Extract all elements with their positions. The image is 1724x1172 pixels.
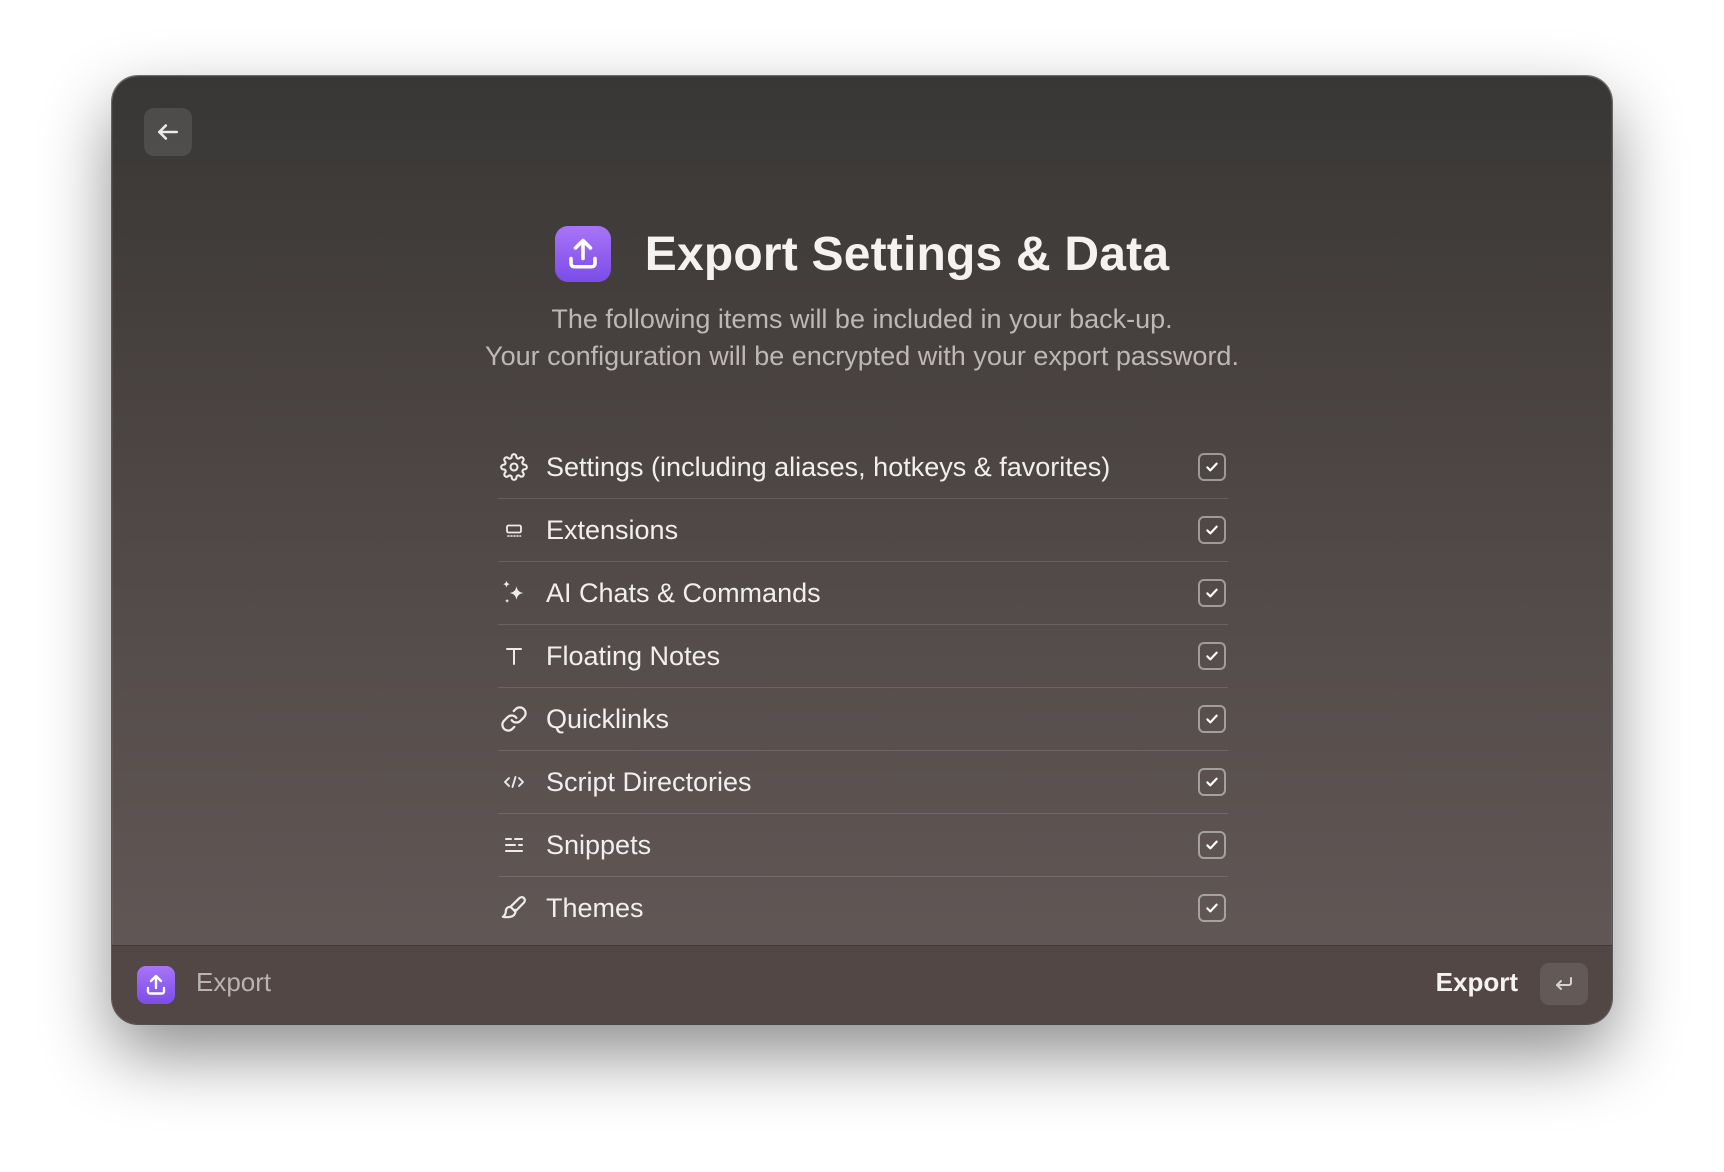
footer-command-title: Export — [196, 967, 272, 997]
gear-icon — [498, 451, 530, 483]
export-item-label: Snippets — [546, 829, 652, 860]
export-item-quicklinks[interactable]: Quicklinks — [498, 688, 1228, 751]
checkmark-icon — [1206, 651, 1218, 661]
link-icon — [498, 703, 530, 735]
text-icon — [498, 640, 530, 672]
export-item-checkbox[interactable] — [1198, 768, 1226, 796]
brush-icon — [498, 892, 530, 924]
sparkles-icon — [498, 577, 530, 609]
export-window: Export Settings & Data The following ite… — [112, 76, 1612, 1024]
export-item-label: AI Chats & Commands — [546, 577, 821, 608]
export-item-snippets[interactable]: Snippets — [498, 814, 1228, 877]
export-item-label: Themes — [546, 892, 644, 923]
export-item-checkbox[interactable] — [1198, 516, 1226, 544]
checkmark-icon — [1206, 525, 1218, 535]
export-item-label: Floating Notes — [546, 640, 721, 671]
enter-key-button[interactable] — [1540, 963, 1588, 1005]
checkmark-icon — [1206, 777, 1218, 787]
export-item-floating-notes[interactable]: Floating Notes — [498, 625, 1228, 688]
arrow-left-icon — [158, 124, 178, 140]
back-button[interactable] — [144, 108, 192, 156]
export-item-themes[interactable]: Themes — [498, 877, 1228, 939]
export-item-label: Quicklinks — [546, 703, 670, 734]
export-item-label: Script Directories — [546, 766, 752, 797]
export-item-label: Settings (including aliases, hotkeys & f… — [546, 451, 1111, 482]
export-item-label: Extensions — [546, 514, 679, 545]
export-item-checkbox[interactable] — [1198, 642, 1226, 670]
export-app-icon — [554, 226, 611, 282]
export-item-settings[interactable]: Settings (including aliases, hotkeys & f… — [498, 436, 1228, 499]
page-title: Export Settings & Data — [644, 227, 1170, 281]
action-bar: Export Export — [112, 945, 1612, 1024]
snippets-icon — [498, 829, 530, 861]
subtitle-line-2: Your configuration will be encrypted wit… — [485, 341, 1239, 371]
checkmark-icon — [1206, 588, 1218, 598]
export-button[interactable]: Export — [1436, 967, 1518, 998]
export-item-checkbox[interactable] — [1198, 453, 1226, 481]
code-icon — [498, 766, 530, 798]
export-item-script-directories[interactable]: Script Directories — [498, 751, 1228, 814]
upload-icon — [146, 974, 166, 995]
checkmark-icon — [1206, 462, 1218, 472]
export-app-icon-small — [137, 966, 175, 1004]
export-item-checkbox[interactable] — [1198, 705, 1226, 733]
subtitle-line-1: The following items will be included in … — [551, 304, 1173, 334]
export-item-extensions[interactable]: Extensions — [498, 499, 1228, 562]
page-subtitle: The following items will be included in … — [112, 301, 1612, 375]
export-item-checkbox[interactable] — [1198, 831, 1226, 859]
extensions-icon — [498, 514, 530, 546]
page-header: Export Settings & Data — [112, 226, 1612, 282]
export-item-checkbox[interactable] — [1198, 894, 1226, 922]
upload-icon — [568, 238, 597, 269]
checkmark-icon — [1206, 903, 1218, 913]
export-items-list: Settings (including aliases, hotkeys & f… — [498, 436, 1228, 939]
checkmark-icon — [1206, 840, 1218, 850]
checkmark-icon — [1206, 714, 1218, 724]
export-item-checkbox[interactable] — [1198, 579, 1226, 607]
return-key-icon — [1556, 977, 1572, 990]
export-item-ai-chats[interactable]: AI Chats & Commands — [498, 562, 1228, 625]
